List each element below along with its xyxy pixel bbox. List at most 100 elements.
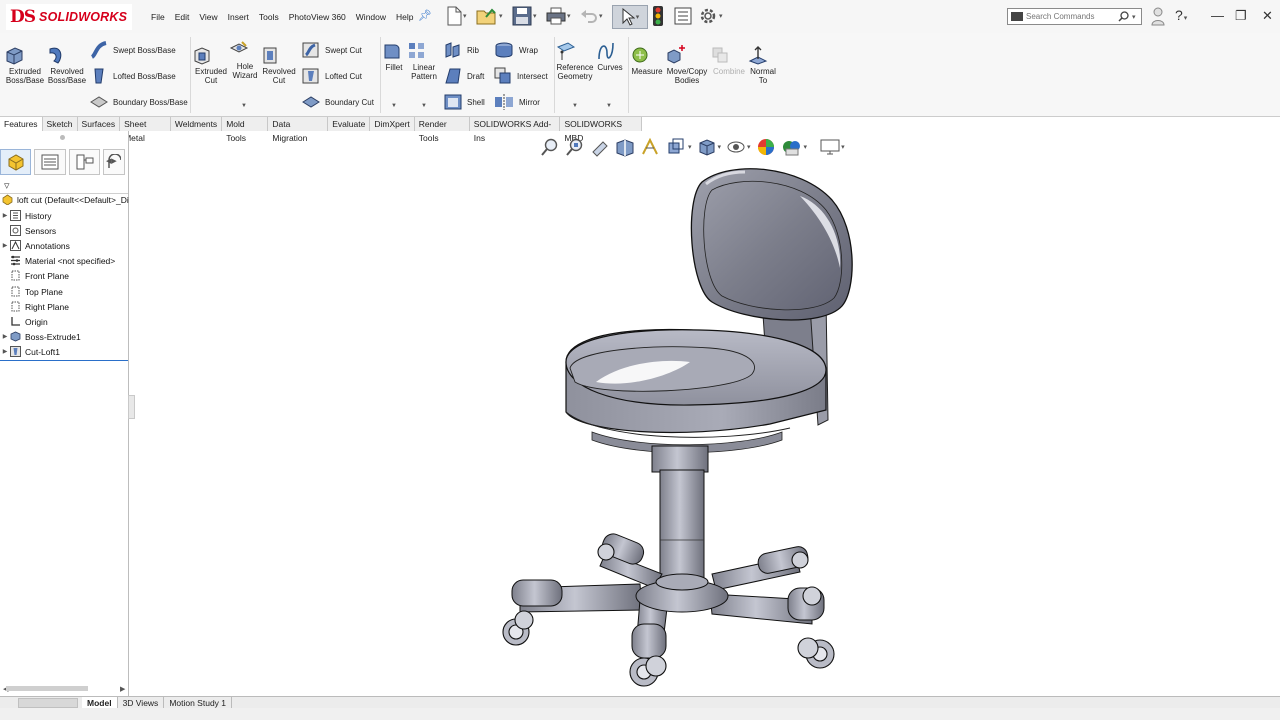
tab-scroll-arrows[interactable] — [18, 698, 78, 708]
tab-mbd[interactable]: SOLIDWORKS MBD — [560, 117, 642, 143]
menu-window[interactable]: Window — [351, 12, 391, 22]
close-button[interactable]: ✕ — [1262, 8, 1273, 24]
curves-button[interactable]: Curves — [596, 41, 624, 72]
print-button[interactable]: ▾ — [546, 5, 571, 27]
tree-item-origin[interactable]: Origin — [0, 314, 48, 329]
minimize-button[interactable]: — — [1211, 8, 1224, 23]
tree-root-part[interactable]: loft cut (Default<<Default>_Di — [0, 192, 129, 207]
open-button[interactable]: ▾ — [476, 5, 503, 27]
tab-surfaces[interactable]: Surfaces — [78, 117, 121, 131]
panel-grip[interactable] — [60, 135, 65, 140]
linear-pattern-button[interactable]: Linear Pattern — [407, 41, 441, 81]
previous-view-icon[interactable] — [590, 137, 610, 157]
save-button[interactable]: ▾ — [512, 5, 537, 27]
fillet-dropdown-icon[interactable]: ▼ — [391, 103, 397, 109]
tab-addins[interactable]: SOLIDWORKS Add-Ins — [470, 117, 561, 143]
display-style-icon[interactable]: ▾ — [697, 137, 721, 157]
reference-geometry-button[interactable]: Reference Geometry — [556, 41, 594, 81]
tab-weldments[interactable]: Weldments — [171, 117, 223, 131]
solidworks-logo[interactable]: DS SOLIDWORKS — [6, 4, 132, 30]
tab-render-tools[interactable]: Render Tools — [415, 117, 470, 143]
tree-item-cut-loft[interactable]: ▶ Cut-Loft1 — [0, 344, 60, 359]
wrap-button[interactable]: Wrap — [494, 41, 538, 59]
view-orientation-icon[interactable]: ▾ — [665, 137, 692, 157]
cut-dropdown-icon[interactable]: ▼ — [241, 103, 247, 109]
lofted-boss-button[interactable]: Lofted Boss/Base — [90, 67, 176, 85]
edit-appearance-icon[interactable] — [756, 137, 776, 157]
hole-wizard-button[interactable]: Hole Wizard — [229, 40, 261, 80]
expand-icon[interactable]: ▶ — [0, 212, 10, 219]
expand-icon[interactable]: ▶ — [0, 348, 10, 355]
fillet-button[interactable]: Fillet — [382, 41, 406, 72]
configuration-manager-tab[interactable] — [68, 149, 101, 175]
apply-scene-icon[interactable]: ▾ — [781, 137, 807, 157]
search-commands[interactable]: ▾ — [1007, 8, 1142, 25]
menu-file[interactable]: File — [146, 12, 170, 22]
property-manager-tab[interactable] — [34, 149, 66, 175]
tab-features[interactable]: Features — [0, 117, 43, 131]
tree-item-right-plane[interactable]: Right Plane — [0, 299, 69, 314]
menu-tools[interactable]: Tools — [254, 12, 284, 22]
tab-evaluate[interactable]: Evaluate — [328, 117, 371, 131]
new-document-button[interactable]: ▾ — [446, 5, 467, 27]
panel-collapse-handle[interactable] — [128, 395, 135, 419]
file-properties-button[interactable] — [674, 5, 692, 27]
menu-photoview[interactable]: PhotoView 360 — [284, 12, 351, 22]
search-icon[interactable] — [1118, 11, 1129, 22]
expand-icon[interactable]: ▶ — [0, 242, 10, 249]
user-account-button[interactable] — [1151, 6, 1165, 28]
swept-cut-button[interactable]: Swept Cut — [302, 41, 362, 59]
tree-item-front-plane[interactable]: Front Plane — [0, 268, 69, 283]
tab-sketch[interactable]: Sketch — [43, 117, 78, 131]
menu-view[interactable]: View — [194, 12, 222, 22]
rib-button[interactable]: Rib — [444, 41, 479, 59]
pin-icon[interactable]: 📌︎ — [418, 9, 432, 22]
tree-item-sensors[interactable]: Sensors — [0, 223, 56, 238]
rebuild-button[interactable] — [652, 5, 664, 27]
tab-sheet-metal[interactable]: Sheet Metal — [120, 117, 171, 143]
undo-button[interactable]: ▾ — [580, 5, 603, 27]
tree-item-top-plane[interactable]: Top Plane — [0, 284, 63, 299]
shell-button[interactable]: Shell — [444, 93, 485, 111]
chair-3d-model[interactable] — [480, 160, 880, 696]
tree-item-boss-extrude[interactable]: ▶ Boss-Extrude1 — [0, 329, 81, 344]
options-button[interactable]: ▾ — [698, 5, 723, 27]
swept-boss-button[interactable]: Swept Boss/Base — [90, 41, 176, 59]
normal-to-button[interactable]: Normal To — [748, 45, 778, 85]
curves-dropdown-icon[interactable]: ▼ — [606, 103, 612, 109]
expand-icon[interactable]: ▶ — [0, 333, 10, 340]
revolved-boss-button[interactable]: Revolved Boss/Base — [46, 45, 88, 85]
dynamic-annotation-icon[interactable] — [640, 137, 660, 157]
zoom-to-fit-icon[interactable] — [540, 137, 560, 157]
tree-item-annotations[interactable]: ▶ Annotations — [0, 238, 70, 253]
menu-edit[interactable]: Edit — [170, 12, 195, 22]
tab-data-migration[interactable]: Data Migration — [268, 117, 329, 143]
tab-mold-tools[interactable]: Mold Tools — [222, 117, 269, 143]
zoom-to-area-icon[interactable] — [565, 137, 585, 157]
feature-tree-tab[interactable] — [0, 149, 32, 175]
extruded-cut-button[interactable]: Extruded Cut — [192, 45, 230, 85]
rollback-bar[interactable] — [0, 360, 128, 361]
section-view-icon[interactable] — [615, 137, 635, 157]
select-button[interactable]: ▾ — [612, 5, 648, 29]
help-button[interactable]: ?▾ — [1175, 7, 1187, 23]
search-input[interactable] — [1026, 12, 1118, 21]
lofted-cut-button[interactable]: Lofted Cut — [302, 67, 362, 85]
mirror-button[interactable]: Mirror — [494, 93, 540, 111]
extruded-boss-button[interactable]: Extruded Boss/Base — [4, 45, 46, 85]
move-copy-bodies-button[interactable]: Move/Copy Bodies — [665, 45, 709, 85]
measure-button[interactable]: Measure — [630, 45, 664, 76]
view-settings-icon[interactable]: ▾ — [820, 138, 845, 156]
tab-dimxpert[interactable]: DimXpert — [370, 117, 415, 131]
restore-button[interactable]: ❐ — [1235, 8, 1247, 24]
reference-dropdown-icon[interactable]: ▼ — [572, 103, 578, 109]
tab-scroll-arrows-icon[interactable]: ◀▶ — [106, 157, 117, 165]
horizontal-scrollbar[interactable] — [6, 686, 88, 691]
filter-icon[interactable]: ▿ — [4, 179, 10, 192]
tree-item-material[interactable]: Material <not specified> — [0, 253, 115, 268]
tree-item-history[interactable]: ▶ History — [0, 208, 51, 223]
intersect-button[interactable]: Intersect — [494, 67, 548, 85]
pattern-dropdown-icon[interactable]: ▼ — [421, 103, 427, 109]
boundary-cut-button[interactable]: Boundary Cut — [302, 93, 374, 111]
scroll-right-icon[interactable]: ▶ — [120, 685, 125, 693]
